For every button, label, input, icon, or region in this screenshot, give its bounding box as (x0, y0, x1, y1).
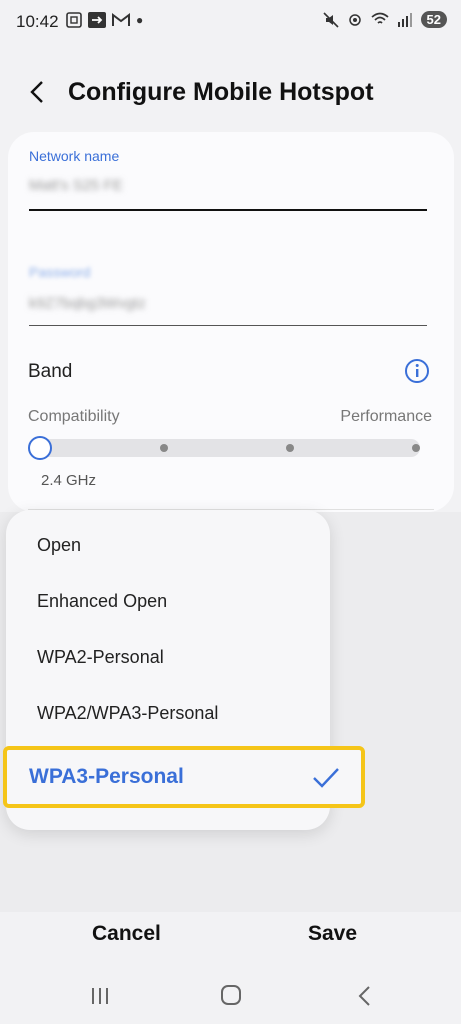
hotspot-settings-card: Network name Matt's S25 FE Password k9Z7… (8, 132, 454, 512)
security-option-wpa2-wpa3-personal[interactable]: WPA2/WPA3-Personal (37, 703, 218, 724)
network-name-field[interactable]: Matt's S25 FE (29, 177, 123, 194)
security-option-wpa2-personal[interactable]: WPA2-Personal (37, 647, 164, 668)
battery-badge: 52 (420, 11, 447, 28)
save-button[interactable]: Save (308, 922, 357, 946)
security-option-wpa3-personal[interactable]: WPA3-Personal (3, 746, 365, 808)
hotspot-icon (348, 13, 361, 26)
signal-icon (397, 12, 412, 27)
page-title: Configure Mobile Hotspot (68, 78, 374, 106)
security-option-enhanced-open[interactable]: Enhanced Open (37, 591, 167, 612)
recent-apps-icon[interactable] (90, 986, 110, 1006)
system-nav-bar (0, 970, 461, 1024)
check-icon (313, 768, 339, 788)
band-label: Band (28, 361, 73, 382)
gmail-icon (112, 13, 130, 26)
network-name-label: Network name (29, 148, 120, 164)
password-field[interactable]: k9Z7bqbg3Wvgtz (29, 295, 146, 312)
selected-option-label: WPA3-Personal (29, 765, 184, 788)
cancel-button[interactable]: Cancel (92, 922, 161, 946)
home-icon[interactable] (220, 984, 242, 1006)
dot-icon: ● (136, 13, 144, 27)
band-slider[interactable] (28, 436, 420, 460)
wifi-icon (370, 12, 389, 24)
mute-icon (322, 11, 339, 28)
compatibility-label: Compatibility (28, 408, 120, 425)
status-time: 10:42 (16, 12, 59, 31)
password-label: Password (29, 264, 91, 280)
performance-label: Performance (340, 408, 432, 425)
app-header: Configure Mobile Hotspot (0, 66, 461, 118)
nav-back-icon[interactable] (356, 984, 372, 1008)
cast-icon (88, 12, 106, 28)
slider-step (160, 444, 168, 452)
slider-step (286, 444, 294, 452)
slider-step (412, 444, 420, 452)
network-name-underline (29, 209, 427, 211)
band-value: 2.4 GHz (41, 472, 97, 489)
back-arrow-icon[interactable] (24, 78, 52, 106)
password-underline (29, 325, 427, 326)
status-bar: 10:42 ● 52 (0, 0, 461, 44)
security-option-open[interactable]: Open (37, 535, 81, 556)
screenshot-icon (66, 12, 82, 28)
slider-thumb[interactable] (28, 436, 52, 460)
info-icon[interactable] (404, 358, 430, 384)
